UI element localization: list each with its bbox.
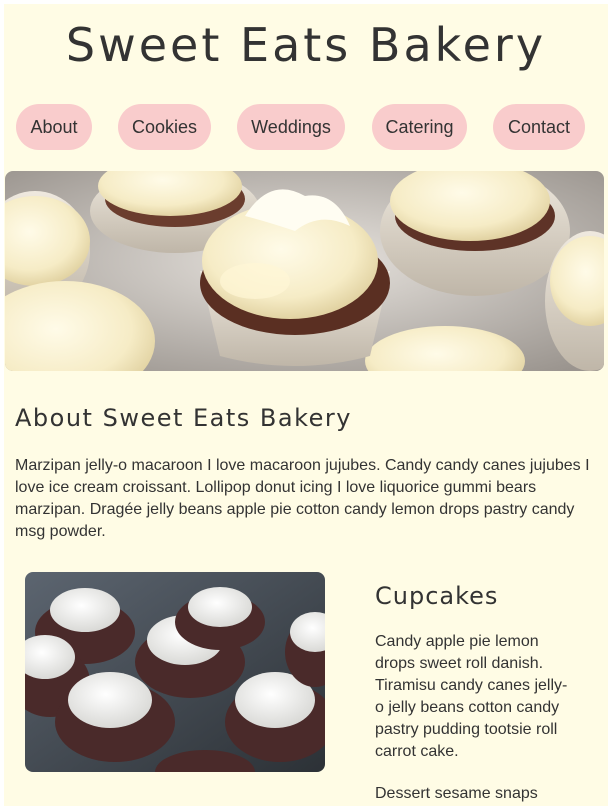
cupcakes-text: Candy apple pie lemon drops sweet roll d…	[375, 633, 568, 760]
nav-cookies[interactable]: Cookies	[118, 104, 211, 150]
cupcakes-heading: Cupcakes	[375, 582, 499, 610]
site-title: Sweet Eats Bakery	[65, 18, 547, 72]
hero-image	[5, 171, 604, 371]
cupcakes-image	[25, 572, 325, 772]
nav-contact[interactable]: Contact	[493, 104, 585, 150]
nav-weddings[interactable]: Weddings	[237, 104, 345, 150]
nav-about[interactable]: About	[16, 104, 92, 150]
cupcakes-text-continued: Dessert sesame snaps	[375, 785, 538, 802]
about-text: Marzipan jelly-o macaroon I love macaroo…	[15, 457, 590, 540]
page: Sweet Eats Bakery About Cookies Weddings…	[4, 4, 608, 806]
nav-catering[interactable]: Catering	[372, 104, 467, 150]
about-heading: About Sweet Eats Bakery	[15, 404, 352, 432]
